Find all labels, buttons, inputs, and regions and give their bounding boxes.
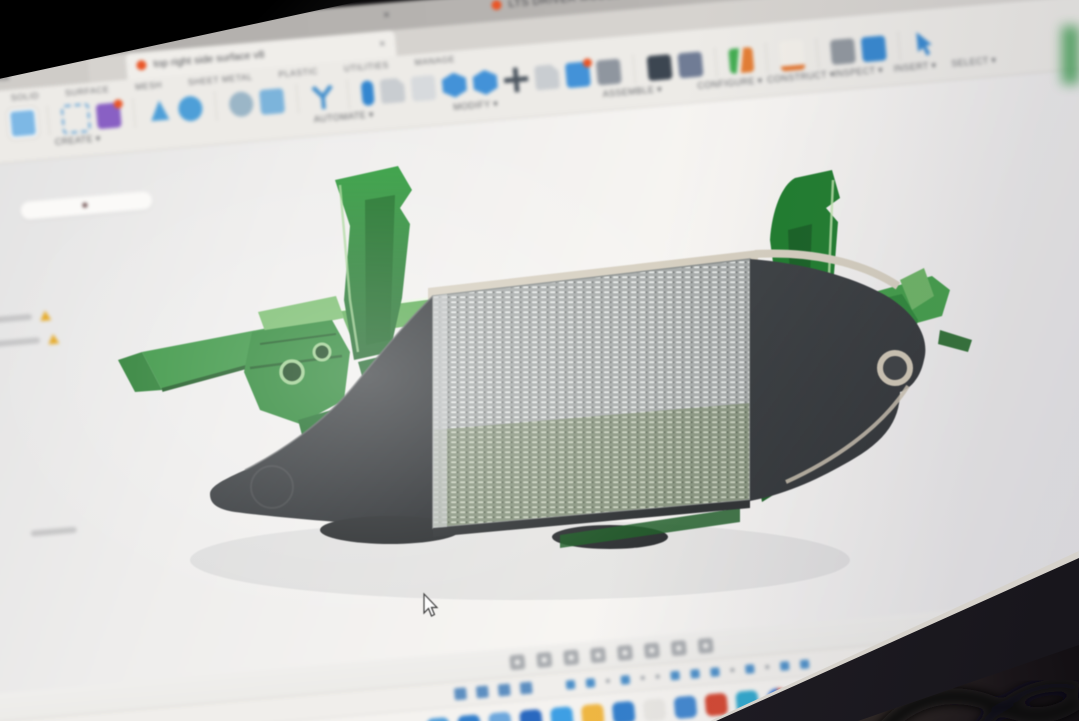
right-outlet xyxy=(880,353,910,383)
model-shadow xyxy=(190,520,850,600)
green-edge-reflection xyxy=(1062,26,1079,84)
photo-of-monitor: × LTS DRIVER MODEL FIXING v1 p Layout to… xyxy=(0,0,1079,721)
intercooler-3d-model[interactable] xyxy=(0,0,1079,721)
core-mesh xyxy=(433,259,750,537)
